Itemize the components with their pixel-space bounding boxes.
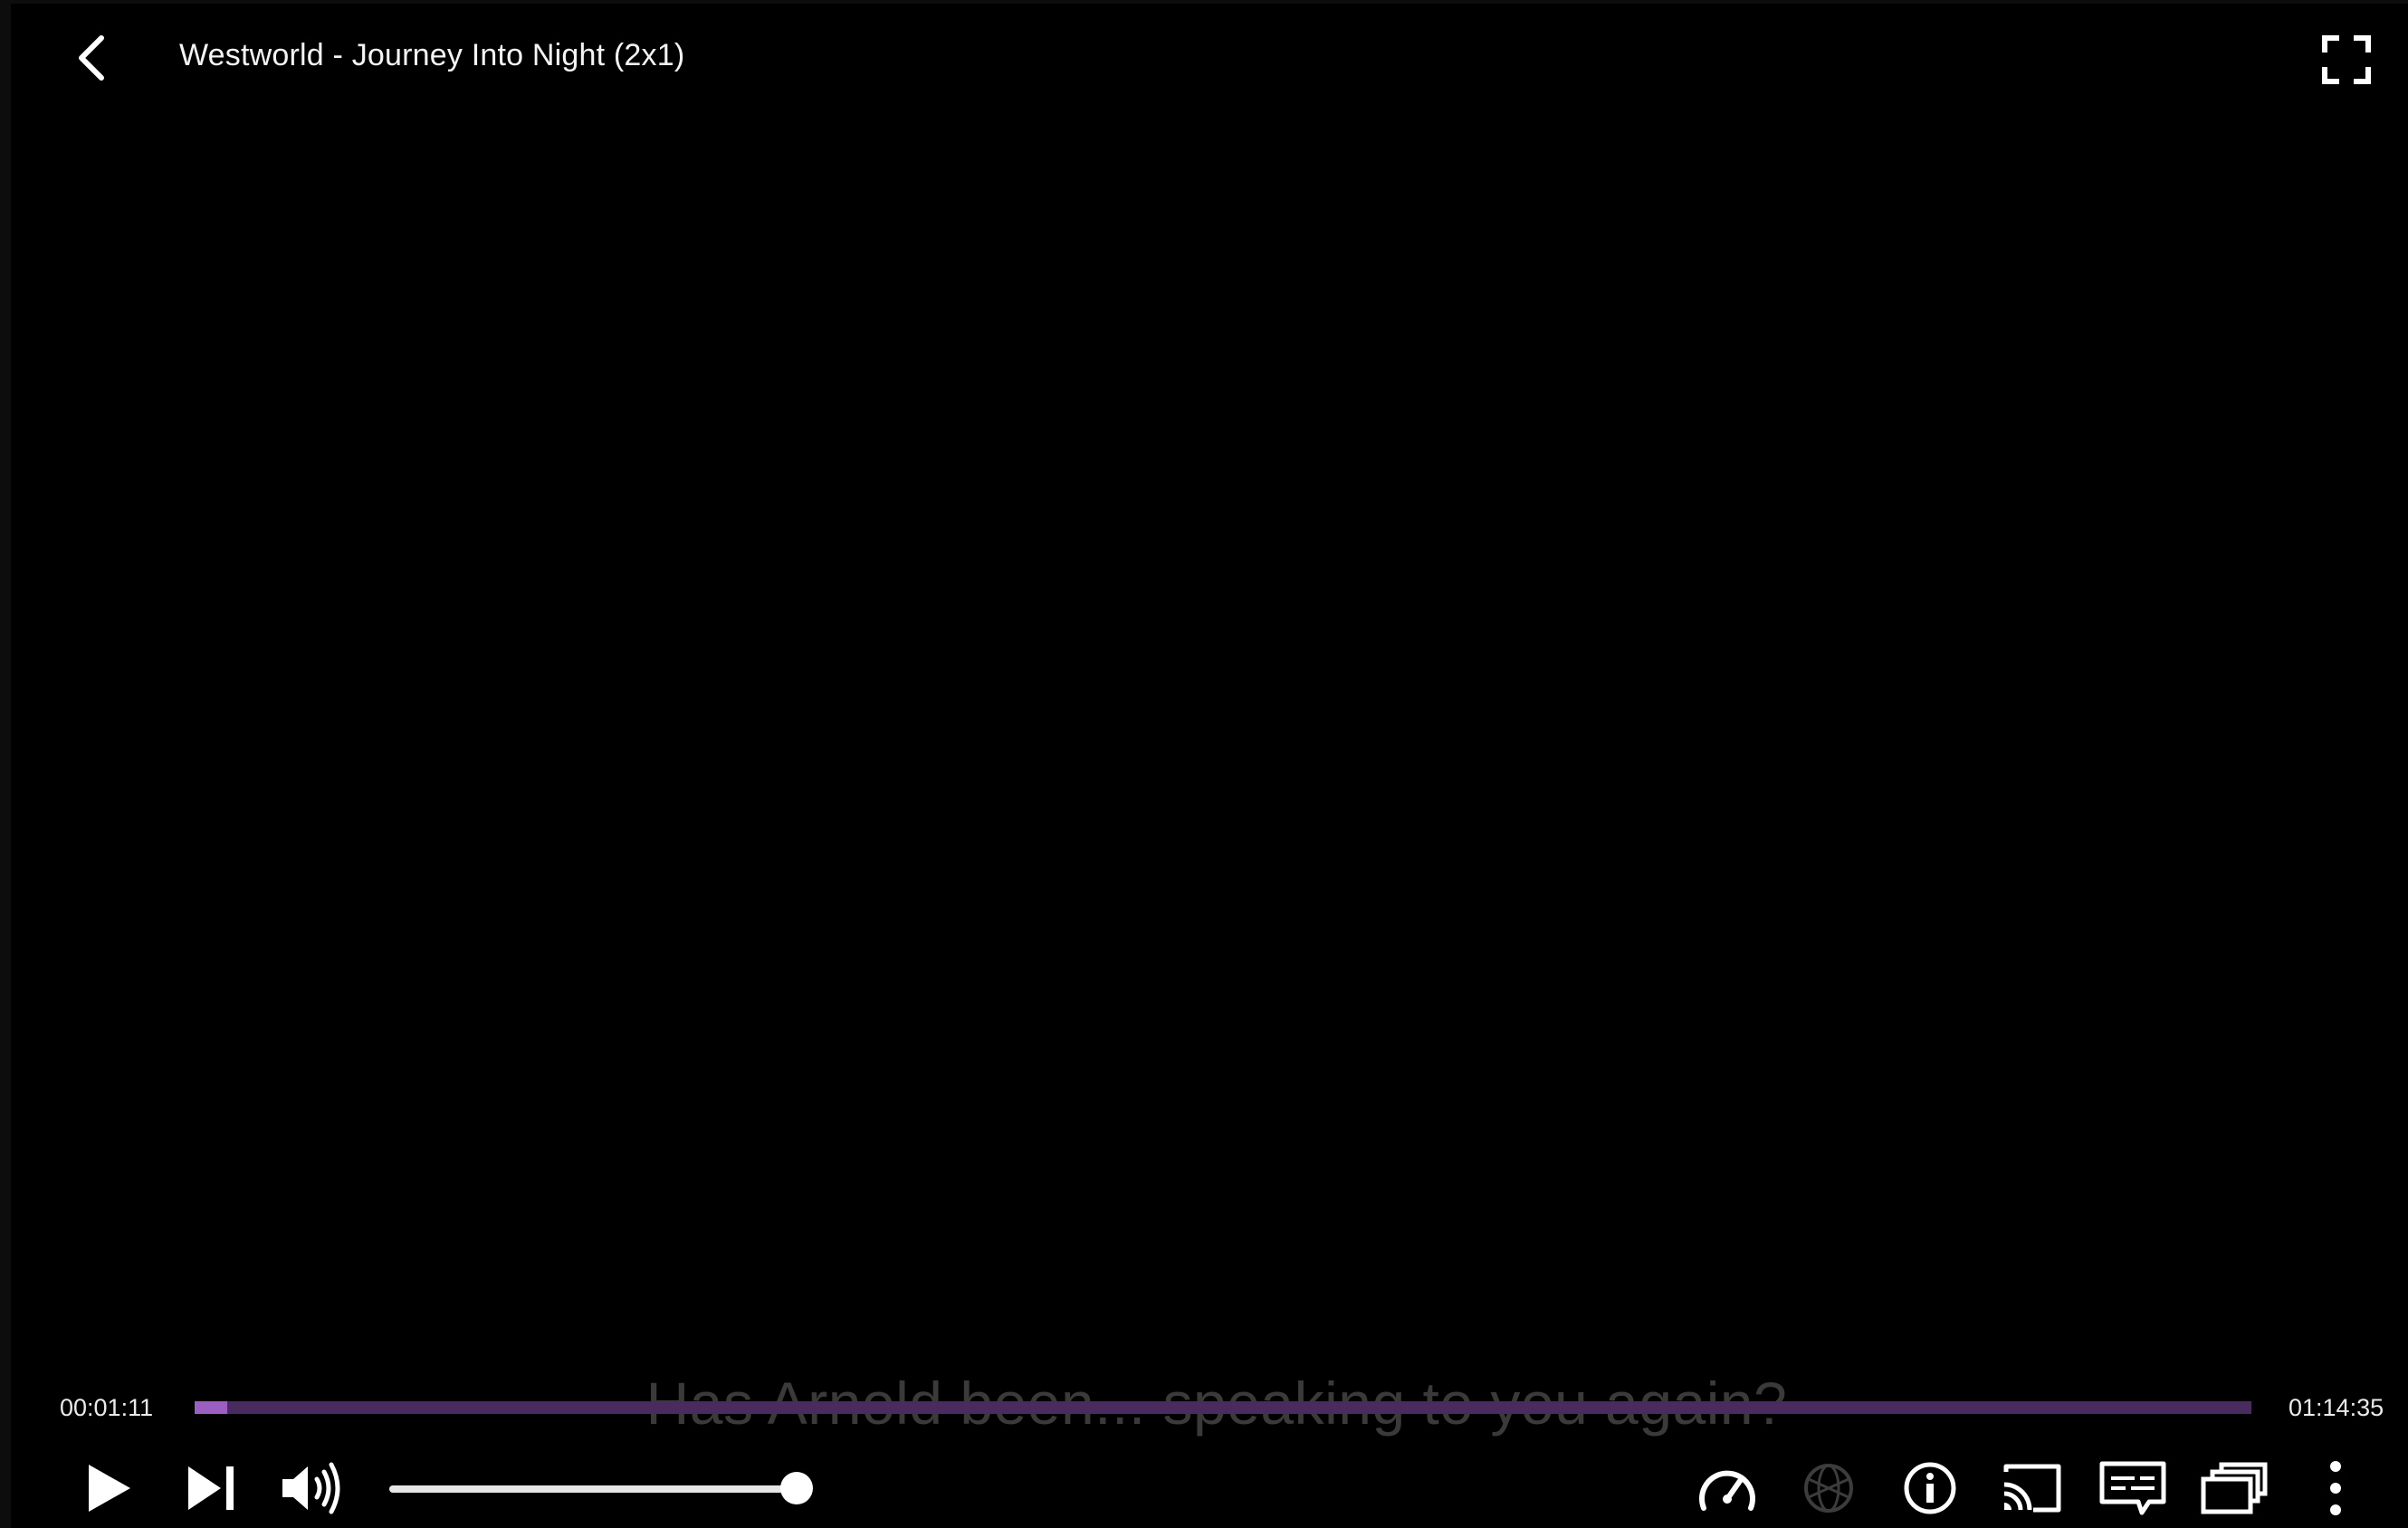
volume-up-icon — [282, 1462, 340, 1514]
time-current: 00:01:11 — [60, 1394, 154, 1421]
seek-bar[interactable] — [195, 1401, 2251, 1414]
chevron-left-icon — [79, 35, 104, 81]
playback-speed-button[interactable] — [1693, 1454, 1762, 1523]
control-bar — [11, 1454, 2408, 1526]
more-vert-icon — [2330, 1461, 2341, 1515]
globe-icon — [1804, 1464, 1853, 1513]
video-title: Westworld - Journey Into Night (2x1) — [179, 38, 685, 72]
skip-next-icon — [188, 1466, 234, 1510]
time-total: 01:14:35 — [2289, 1394, 2384, 1421]
seek-progress — [195, 1401, 228, 1414]
play-icon — [89, 1465, 130, 1512]
next-episode-button[interactable] — [177, 1454, 246, 1523]
subtitles-icon — [2099, 1461, 2166, 1515]
fullscreen-button[interactable] — [2321, 34, 2372, 85]
fullscreen-icon — [2322, 35, 2371, 84]
back-button[interactable] — [63, 29, 118, 87]
volume-button[interactable] — [277, 1454, 346, 1523]
volume-slider[interactable] — [389, 1472, 813, 1504]
cast-icon — [2003, 1464, 2061, 1513]
picture-in-picture-icon — [2201, 1462, 2268, 1514]
quality-button[interactable] — [1794, 1454, 1863, 1523]
cast-button[interactable] — [1997, 1454, 2066, 1523]
play-button[interactable] — [74, 1454, 143, 1523]
volume-level — [389, 1485, 797, 1493]
subtitles-button[interactable] — [2098, 1454, 2167, 1523]
speedometer-icon — [1699, 1470, 1755, 1511]
volume-thumb[interactable] — [780, 1472, 813, 1504]
picture-in-picture-button[interactable] — [2200, 1454, 2269, 1523]
info-button[interactable] — [1896, 1454, 1964, 1523]
more-options-button[interactable] — [2301, 1454, 2370, 1523]
player-header: Westworld - Journey Into Night (2x1) — [11, 4, 2408, 112]
video-player[interactable]: Westworld - Journey Into Night (2x1) Has… — [0, 0, 2408, 1528]
info-icon — [1904, 1462, 1956, 1514]
